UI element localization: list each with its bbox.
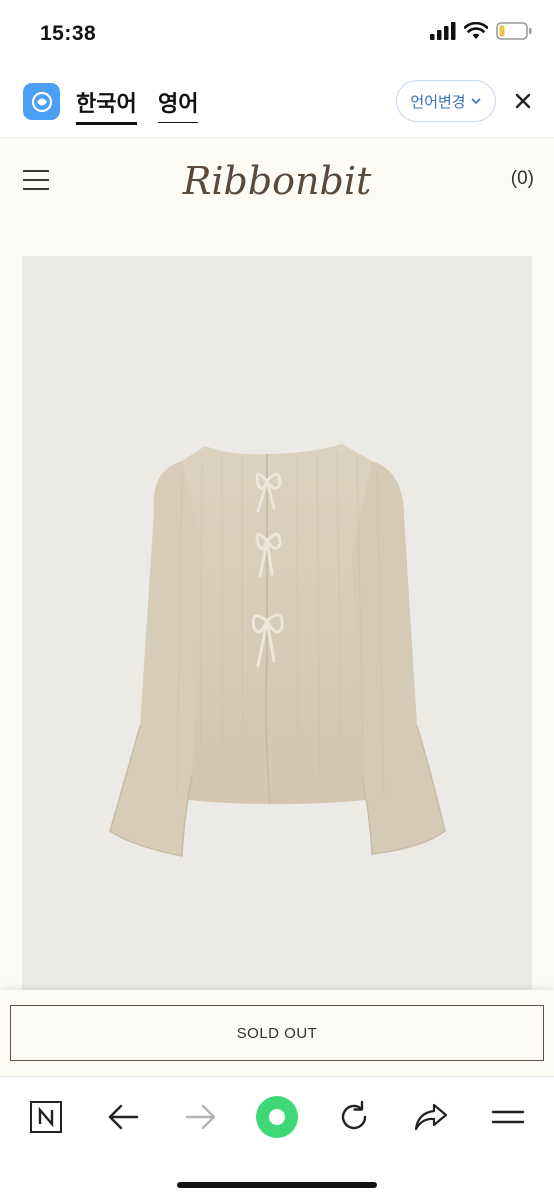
cardigan-product-image [109, 444, 446, 857]
change-language-label: 언어변경 [410, 93, 466, 111]
chevron-down-icon [471, 98, 481, 105]
language-tab-korean[interactable]: 한국어 [76, 86, 137, 125]
translate-bar: 한국어 영어 언어변경 [0, 66, 554, 138]
battery-icon [496, 22, 532, 40]
purchase-bar: SOLD OUT [0, 990, 554, 1076]
product-image[interactable] [22, 256, 532, 991]
webpage-content: Ribbonbit (0) [0, 138, 554, 991]
site-logo[interactable]: Ribbonbit [170, 150, 384, 210]
status-bar: 15:38 [0, 0, 554, 66]
signal-icon [430, 22, 456, 40]
forward-arrow-icon[interactable] [179, 1095, 223, 1139]
refresh-icon[interactable] [332, 1095, 376, 1139]
cart-count[interactable]: (0) [511, 168, 534, 190]
status-icons [430, 22, 532, 40]
papago-icon[interactable] [23, 83, 60, 120]
back-arrow-icon[interactable] [101, 1095, 145, 1139]
wifi-icon [464, 22, 488, 39]
logo-text: Ribbonbit [182, 159, 372, 203]
change-language-button[interactable]: 언어변경 [396, 80, 496, 122]
clock-time: 15:38 [40, 22, 97, 45]
hamburger-menu-icon[interactable] [23, 170, 49, 190]
naver-icon[interactable] [24, 1095, 68, 1139]
close-icon[interactable] [512, 90, 534, 112]
share-icon[interactable] [409, 1095, 453, 1139]
home-green-icon[interactable] [255, 1095, 299, 1139]
menu-icon[interactable] [486, 1095, 530, 1139]
home-indicator [177, 1182, 377, 1188]
browser-nav-bar [0, 1076, 554, 1200]
sold-out-button[interactable]: SOLD OUT [10, 1005, 544, 1061]
language-tab-english[interactable]: 영어 [158, 86, 199, 123]
